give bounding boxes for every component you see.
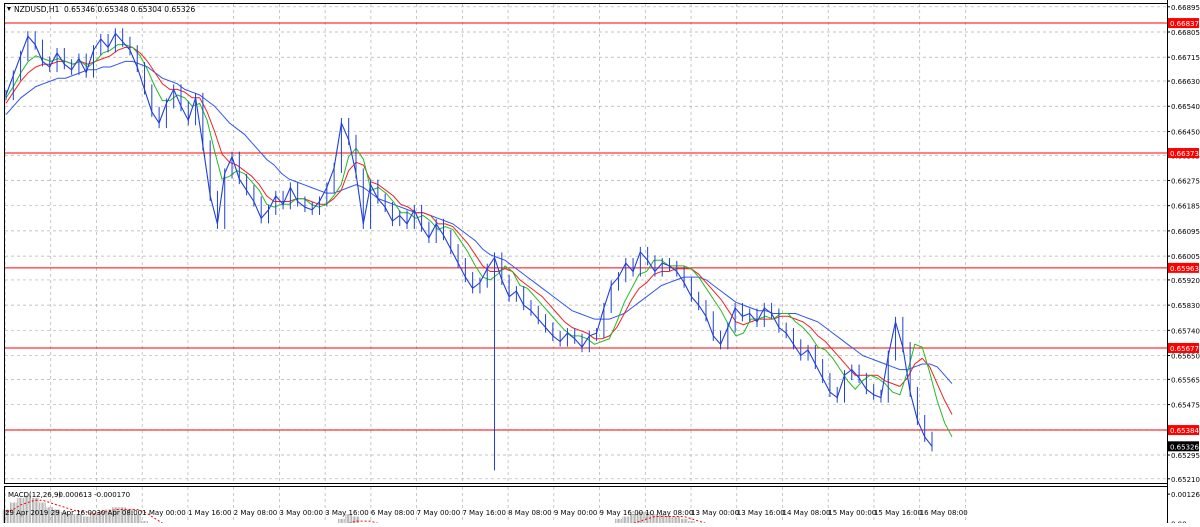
time-axis-label: 7 May 16:00 xyxy=(462,509,506,517)
time-axis-label: 7 May 00:00 xyxy=(417,509,461,517)
time-axis-label: 14 May 08:00 xyxy=(783,509,831,517)
time-axis-label: 9 May 16:00 xyxy=(600,509,644,517)
price-axis-label: 0.66805 xyxy=(1171,29,1200,37)
price-axis-label: 0.65920 xyxy=(1171,277,1200,285)
time-axis-label: 16 May 08:00 xyxy=(920,509,968,517)
price-axis-label: 0.65210 xyxy=(1171,476,1200,484)
price-axis-label: 0.66095 xyxy=(1171,228,1200,236)
time-axis-label: 6 May 08:00 xyxy=(371,509,415,517)
time-axis-label: 10 May 08:00 xyxy=(645,509,693,517)
price-axis-label: 0.65830 xyxy=(1171,302,1200,310)
chart-ohlc-readout: 0.65346 0.65348 0.65304 0.65326 xyxy=(64,5,195,14)
macd-title: MACD(12,26,9) xyxy=(8,491,61,499)
price-axis-label: 0.66895 xyxy=(1171,4,1200,12)
time-axis-label: 13 May 00:00 xyxy=(691,509,739,517)
price-axis-label: 0.65295 xyxy=(1171,452,1200,460)
price-axis-label: 0.66540 xyxy=(1171,103,1200,111)
chart-background xyxy=(0,0,1200,523)
price-axis-label: 0.66450 xyxy=(1171,128,1200,136)
price-axis-label: 0.66715 xyxy=(1171,54,1200,62)
time-axis-label: 8 May 08:00 xyxy=(508,509,552,517)
price-axis-label: 0.65565 xyxy=(1171,376,1200,384)
price-axis-label: 0.65650 xyxy=(1171,353,1200,361)
time-axis-label: 9 May 00:00 xyxy=(554,509,598,517)
time-axis-label: 13 May 16:00 xyxy=(737,509,785,517)
chart-symbol-timeframe: NZDUSD,H1 xyxy=(14,5,60,14)
time-axis-label: 29 Apr 16:00 xyxy=(51,509,97,517)
time-axis-label: 29 Apr 2019 xyxy=(5,509,48,517)
time-axis-label: 15 May 00:00 xyxy=(828,509,876,517)
price-axis-label: 0.65740 xyxy=(1171,327,1200,335)
level-price-tag-label: 0.65963 xyxy=(1170,265,1199,273)
current-price-tag-label: 0.65326 xyxy=(1170,443,1199,451)
level-price-tag-label: 0.66373 xyxy=(1170,150,1199,158)
macd-values-readout: -0.000613 -0.000170 xyxy=(56,491,130,499)
time-axis-label: 30 Apr 08:00 xyxy=(96,509,142,517)
level-price-tag-label: 0.66837 xyxy=(1170,20,1199,28)
level-price-tag-label: 0.65384 xyxy=(1170,427,1199,435)
macd-axis-label: 0.001264 xyxy=(1171,491,1200,499)
price-axis-label: 0.66275 xyxy=(1171,177,1200,185)
mt4-chart-window: 0.66895 0.66805 0.66715 0.66630 0.66540 0.664… xyxy=(0,0,1200,527)
time-axis-label: 15 May 16:00 xyxy=(874,509,922,517)
time-axis-label: 1 May 16:00 xyxy=(188,509,232,517)
chart-canvas[interactable]: 0.66895 0.66805 0.66715 0.66630 0.66540 0.664… xyxy=(0,0,1200,527)
price-axis-label: 0.66005 xyxy=(1171,253,1200,261)
time-axis-label: 1 May 00:00 xyxy=(142,509,186,517)
price-axis-label: 0.66185 xyxy=(1171,203,1200,211)
price-axis-label: 0.66630 xyxy=(1171,78,1200,86)
time-axis-label: 3 May 00:00 xyxy=(279,509,323,517)
time-axis-label: 3 May 16:00 xyxy=(325,509,369,517)
time-axis-label: 2 May 08:00 xyxy=(234,509,278,517)
level-price-tag-label: 0.65677 xyxy=(1170,345,1199,353)
price-axis-label: 0.65475 xyxy=(1171,402,1200,410)
time-axis: 29 Apr 2019 29 Apr 16:00 30 Apr 08:00 1 May… xyxy=(5,509,968,517)
